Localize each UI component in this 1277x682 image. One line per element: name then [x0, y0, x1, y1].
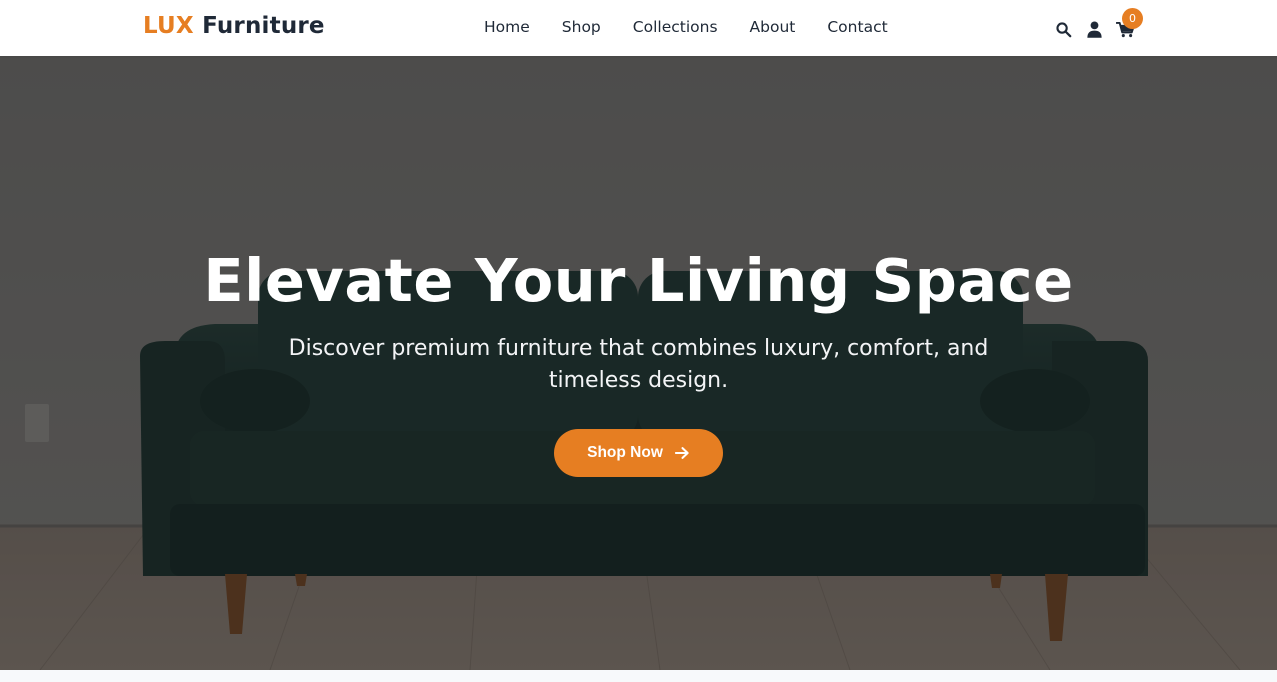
hero-title: Elevate Your Living Space	[203, 246, 1074, 315]
shop-now-label: Shop Now	[587, 444, 663, 461]
hero-section: Elevate Your Living Space Discover premi…	[0, 56, 1277, 670]
hero-content: Elevate Your Living Space Discover premi…	[0, 56, 1277, 670]
arrow-right-icon	[674, 447, 689, 459]
shop-now-button[interactable]: Shop Now	[554, 429, 723, 477]
hero-subtitle: Discover premium furniture that combines…	[288, 336, 989, 393]
account-button[interactable]	[1084, 19, 1104, 39]
logo-accent: LUX	[143, 13, 194, 39]
page-section-divider	[0, 670, 1277, 682]
search-button[interactable]	[1053, 19, 1073, 39]
search-icon	[1055, 21, 1071, 37]
nav-home[interactable]: Home	[484, 18, 530, 36]
nav-about[interactable]: About	[750, 18, 796, 36]
nav-collections[interactable]: Collections	[633, 18, 718, 36]
cart-count-badge: 0	[1122, 8, 1143, 29]
brand-logo[interactable]: LUX Furniture	[143, 13, 325, 39]
nav-shop[interactable]: Shop	[562, 18, 601, 36]
user-icon	[1086, 20, 1102, 38]
logo-text: Furniture	[202, 13, 325, 39]
nav-contact[interactable]: Contact	[827, 18, 887, 36]
site-header: LUX Furniture Home Shop Collections Abou…	[0, 0, 1277, 56]
main-nav: Home Shop Collections About Contact	[484, 18, 888, 36]
